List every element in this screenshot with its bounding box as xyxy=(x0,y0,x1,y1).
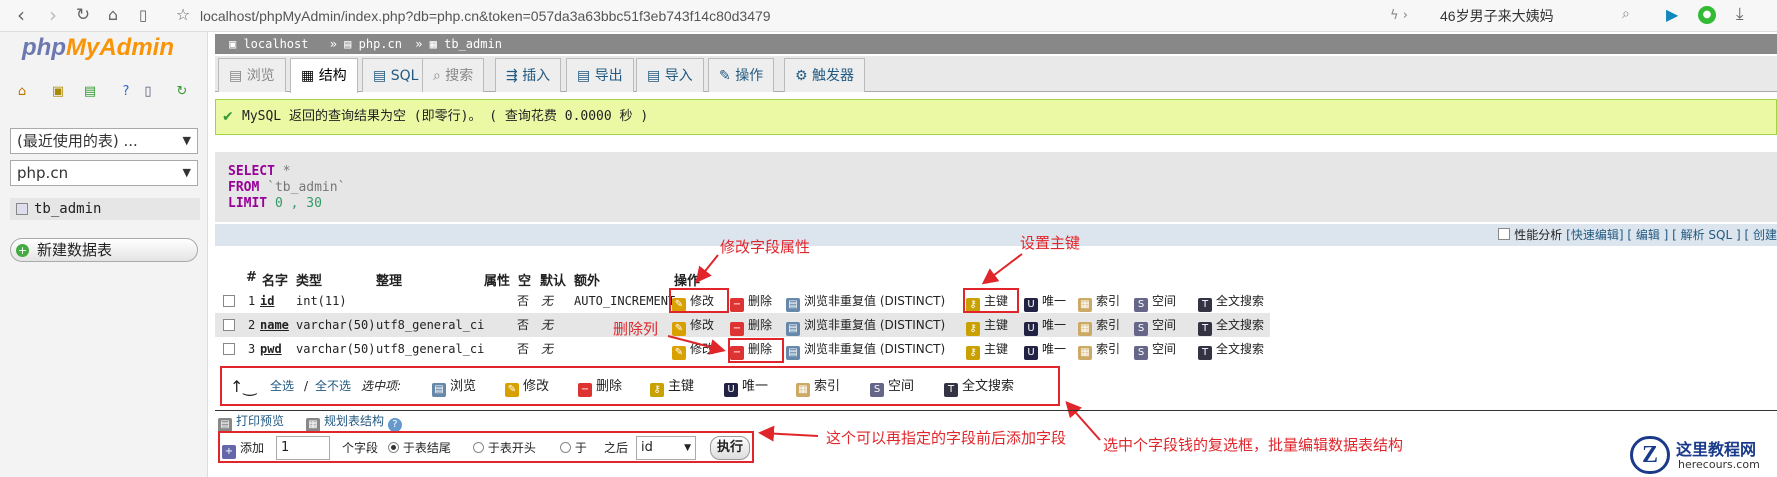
deselect-all-link[interactable]: 全不选 xyxy=(315,374,351,398)
bulk-action-label: 全文搜索 xyxy=(962,379,1015,394)
arrow-up-icon: ↑‿ xyxy=(230,377,257,396)
divider xyxy=(215,410,1777,411)
bulk-action-label: 修改 xyxy=(523,379,550,394)
watermark-z-icon: Z xyxy=(1630,436,1670,474)
delete-icon: − xyxy=(578,383,592,397)
bulk-browse-button[interactable]: ▤ 浏览 xyxy=(432,374,476,399)
field-count-input[interactable]: 1 xyxy=(276,436,330,460)
radio-at-beginning-label: 于表开头 xyxy=(487,441,536,455)
unique-icon: U xyxy=(724,383,738,397)
bulk-edit-button[interactable]: ✎ 修改 xyxy=(505,374,549,399)
radio-button xyxy=(560,442,571,453)
bulk-action-label: 主键 xyxy=(668,379,695,394)
bulk-action-label: 空间 xyxy=(888,379,915,394)
spatial-icon: S xyxy=(870,383,884,397)
fulltext-icon: T xyxy=(944,383,958,397)
separator: / xyxy=(304,379,309,393)
watermark-sub: herecours.com xyxy=(1678,458,1760,471)
bulk-action-label: 删除 xyxy=(596,379,623,394)
radio-at-end-label: 于表结尾 xyxy=(402,441,451,455)
radio-after-label: 于 xyxy=(574,441,587,455)
bulk-index-button[interactable]: ▦ 索引 xyxy=(796,374,840,399)
watermark-title: 这里教程网 xyxy=(1676,440,1757,459)
browse-icon: ▤ xyxy=(432,383,446,397)
after-label: 之后 xyxy=(604,441,629,455)
help-icon[interactable]: ? xyxy=(387,418,402,432)
after-field-select[interactable]: id ▼ xyxy=(636,436,696,460)
print-preview-link[interactable]: ▤ 打印预览 xyxy=(218,409,284,433)
bulk-action-label: 唯一 xyxy=(742,379,769,394)
propose-structure-label: 规划表结构 xyxy=(324,414,385,428)
add-column-icon: + xyxy=(222,445,236,459)
field-count-unit: 个字段 xyxy=(342,441,379,455)
bulk-action-label: 索引 xyxy=(814,379,841,394)
with-selected-label: 选中项: xyxy=(361,379,402,393)
after-field-value: id xyxy=(641,440,653,455)
add-field-label: + 添加 xyxy=(222,436,264,460)
printer-icon: ▤ xyxy=(218,418,232,432)
key-icon: ⚷ xyxy=(650,383,664,397)
add-field-label-text: 添加 xyxy=(240,441,265,455)
radio-button xyxy=(473,442,484,453)
pencil-icon: ✎ xyxy=(505,383,519,397)
radio-at-end[interactable]: 于表结尾 xyxy=(388,436,451,460)
execute-button[interactable]: 执行 xyxy=(710,436,750,460)
bulk-spatial-button[interactable]: S 空间 xyxy=(870,374,914,399)
bulk-fulltext-button[interactable]: T 全文搜索 xyxy=(944,374,1014,399)
radio-after[interactable]: 于 xyxy=(560,436,587,460)
bulk-primary-button[interactable]: ⚷ 主键 xyxy=(650,374,694,399)
index-icon: ▦ xyxy=(796,383,810,397)
bulk-delete-button[interactable]: − 删除 xyxy=(578,374,622,399)
propose-structure-link[interactable]: ▦ 规划表结构 ? xyxy=(306,409,406,433)
chevron-down-icon: ▼ xyxy=(684,443,691,453)
watermark-logo: Z 这里教程网 herecours.com xyxy=(1630,432,1777,477)
plan-icon: ▦ xyxy=(306,418,320,432)
bulk-unique-button[interactable]: U 唯一 xyxy=(724,374,768,399)
radio-at-beginning[interactable]: 于表开头 xyxy=(473,436,536,460)
select-all-link[interactable]: 全选 xyxy=(270,374,294,398)
radio-button xyxy=(388,442,399,453)
bulk-action-label: 浏览 xyxy=(450,379,477,394)
print-preview-label: 打印预览 xyxy=(236,414,285,428)
